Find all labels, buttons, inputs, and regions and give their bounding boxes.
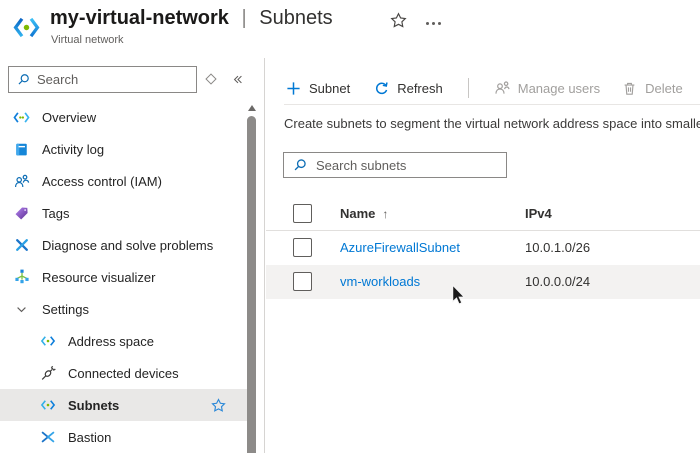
page-title: my-virtual-network | Subnets <box>50 7 333 30</box>
subnet-name-link[interactable]: AzureFirewallSubnet <box>340 240 460 255</box>
sidebar-item-bastion[interactable]: Bastion <box>0 421 264 453</box>
sidebar-item-label: Resource visualizer <box>42 270 155 285</box>
blade-name: Subnets <box>259 7 332 29</box>
sort-ascending-icon: ↑ <box>382 207 388 221</box>
resource-menu-sidebar: Overview Activity log Acc <box>0 58 265 453</box>
sidebar-section-settings[interactable]: Settings <box>0 293 264 325</box>
search-icon <box>17 73 30 86</box>
title-separator: | <box>242 7 247 29</box>
diagnose-tools-icon <box>13 237 30 253</box>
row-checkbox[interactable] <box>293 272 312 291</box>
page-header: my-virtual-network | Subnets Virtual net… <box>0 0 700 58</box>
sidebar-item-label: Subnets <box>68 398 119 413</box>
subnet-search-input[interactable] <box>316 158 506 173</box>
subnet-search-box[interactable] <box>283 152 507 178</box>
sidebar-nav: Overview Activity log Acc <box>0 101 264 453</box>
manage-users-icon <box>494 80 510 96</box>
bastion-icon <box>39 429 56 445</box>
search-icon <box>293 158 307 172</box>
command-bar-divider <box>284 104 700 105</box>
subnet-ipv4-value: 10.0.1.0/26 <box>525 240 590 255</box>
subnets-table: Name↑ IPv4 AzureFirewallSubnet 10.0.1.0/… <box>266 197 700 299</box>
sidebar-item-label: Tags <box>42 206 69 221</box>
access-control-icon <box>13 173 30 189</box>
sidebar-item-label: Connected devices <box>68 366 179 381</box>
scroll-up-arrow-icon[interactable] <box>248 105 256 111</box>
tags-icon <box>13 206 30 221</box>
refresh-label: Refresh <box>397 81 443 96</box>
favorite-star-icon[interactable] <box>390 12 407 29</box>
subnets-icon <box>39 397 56 413</box>
table-row[interactable]: vm-workloads 10.0.0.0/24 <box>266 265 700 299</box>
select-all-checkbox[interactable] <box>293 204 312 223</box>
vnet-overview-icon <box>13 109 30 126</box>
sidebar-item-label: Settings <box>42 302 89 317</box>
sidebar-scrollbar[interactable] <box>246 103 257 453</box>
sidebar-item-label: Activity log <box>42 142 104 157</box>
sidebar-item-label: Diagnose and solve problems <box>42 238 213 253</box>
sidebar-item-tags[interactable]: Tags <box>0 197 264 229</box>
subnet-ipv4-value: 10.0.0.0/24 <box>525 274 590 289</box>
sidebar-item-label: Access control (IAM) <box>42 174 162 189</box>
sidebar-item-label: Address space <box>68 334 154 349</box>
blade-description: Create subnets to segment the virtual ne… <box>284 116 700 131</box>
sidebar-item-subnets[interactable]: Subnets <box>0 389 249 421</box>
table-header-row: Name↑ IPv4 <box>266 197 700 231</box>
delete-button[interactable]: Delete <box>622 81 683 96</box>
column-header-ipv4[interactable]: IPv4 <box>525 206 552 221</box>
manage-users-label: Manage users <box>518 81 600 96</box>
add-subnet-label: Subnet <box>309 81 350 96</box>
activity-log-icon <box>13 142 30 157</box>
sidebar-item-address-space[interactable]: Address space <box>0 325 264 357</box>
sidebar-item-diagnose[interactable]: Diagnose and solve problems <box>0 229 264 261</box>
resource-visualizer-icon <box>13 269 30 285</box>
address-space-icon <box>39 333 56 349</box>
sidebar-item-label: Bastion <box>68 430 111 445</box>
row-checkbox[interactable] <box>293 238 312 257</box>
scrollbar-thumb[interactable] <box>247 116 256 453</box>
manage-users-button[interactable]: Manage users <box>494 80 600 96</box>
virtual-network-icon <box>12 13 41 42</box>
connected-devices-icon <box>39 365 56 381</box>
sidebar-item-access-control[interactable]: Access control (IAM) <box>0 165 264 197</box>
chevron-down-icon <box>13 303 30 316</box>
trash-icon <box>622 81 637 96</box>
sidebar-item-activity-log[interactable]: Activity log <box>0 133 264 165</box>
column-header-name[interactable]: Name↑ <box>340 206 388 221</box>
refresh-button[interactable]: Refresh <box>374 81 443 96</box>
delete-label: Delete <box>645 81 683 96</box>
plus-icon <box>286 81 301 96</box>
sidebar-item-overview[interactable]: Overview <box>0 101 264 133</box>
sidebar-item-label: Overview <box>42 110 96 125</box>
command-bar: Subnet Refresh Manage users <box>286 75 700 101</box>
toolbar-separator <box>468 78 469 98</box>
subnets-blade: Subnet Refresh Manage users <box>266 58 700 453</box>
sidebar-item-connected-devices[interactable]: Connected devices <box>0 357 264 389</box>
add-subnet-button[interactable]: Subnet <box>286 81 350 96</box>
resource-type-label: Virtual network <box>51 34 124 46</box>
pin-toggle-icon[interactable] <box>205 73 216 84</box>
sidebar-search-box[interactable] <box>8 66 197 93</box>
subnet-name-link[interactable]: vm-workloads <box>340 274 420 289</box>
more-options-icon[interactable] <box>424 20 443 27</box>
sidebar-item-resource-visualizer[interactable]: Resource visualizer <box>0 261 264 293</box>
favorite-star-icon[interactable] <box>211 398 226 413</box>
table-row[interactable]: AzureFirewallSubnet 10.0.1.0/26 <box>266 231 700 265</box>
collapse-menu-icon[interactable] <box>230 72 245 87</box>
resource-name: my-virtual-network <box>50 7 229 29</box>
sidebar-search-input[interactable] <box>37 72 190 87</box>
refresh-icon <box>374 81 389 96</box>
